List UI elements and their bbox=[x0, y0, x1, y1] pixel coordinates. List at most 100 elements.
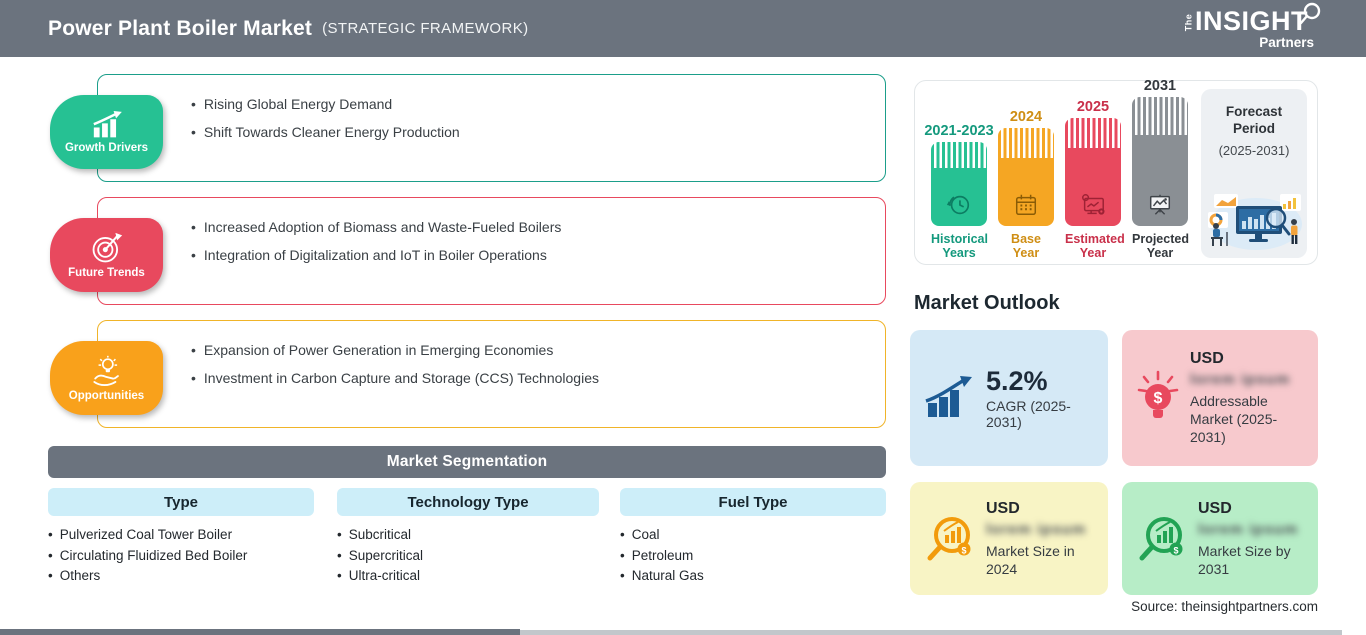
clock-history-icon bbox=[946, 192, 972, 218]
fuel-item-1: Coal bbox=[631, 527, 660, 542]
type-item-1: Pulverized Coal Tower Boiler bbox=[59, 527, 233, 542]
bar-stripes bbox=[1065, 118, 1121, 148]
opportunity-2: Investment in Carbon Capture and Storage… bbox=[203, 370, 599, 386]
magnifier-icon bbox=[1298, 2, 1322, 28]
list-item: • Supercritical bbox=[337, 546, 599, 567]
calendar-icon bbox=[1013, 192, 1039, 218]
analytics-illustration bbox=[1204, 188, 1304, 252]
page-title: Power Plant Boiler Market bbox=[48, 16, 313, 40]
bullet-dot: • bbox=[620, 568, 625, 583]
list-item: • Ultra-critical bbox=[337, 566, 599, 587]
timeline-labels: Historical Years Base Year Estimated Yea… bbox=[931, 232, 1189, 260]
opportunities-box: • Expansion of Power Generation in Emergi… bbox=[97, 320, 886, 428]
currency-label: USD bbox=[986, 499, 1020, 517]
bulb-dollar-icon: $ bbox=[1136, 370, 1180, 426]
growth-driver-2: Shift Towards Cleaner Energy Production bbox=[203, 124, 460, 140]
target-icon bbox=[90, 232, 124, 264]
list-item: • Circulating Fluidized Bed Boiler bbox=[48, 546, 314, 567]
source-attribution: Source: theinsightpartners.com bbox=[1131, 599, 1318, 614]
market-size-2031-card: $ USD lorem ipsum Market Size by 2031 bbox=[1122, 482, 1318, 595]
bullet-dot: • bbox=[191, 124, 196, 140]
brand-logo: The INSIGHT Partners bbox=[1180, 2, 1321, 50]
cagr-label: CAGR (2025-2031) bbox=[986, 398, 1071, 430]
cagr-value: 5.2% bbox=[986, 366, 1048, 396]
tech-item-1: Subcritical bbox=[348, 527, 412, 542]
forecast-period-panel: Forecast Period (2025-2031) bbox=[1201, 89, 1307, 258]
growth-drivers-box: • Rising Global Energy Demand • Shift Towa… bbox=[97, 74, 886, 182]
list-item: • Expansion of Power Generation in Emergi… bbox=[191, 341, 865, 360]
badge-label: Future Trends bbox=[68, 266, 145, 279]
bullet-dot: • bbox=[191, 96, 196, 112]
segmentation-title: Market Segmentation bbox=[386, 453, 548, 470]
redacted-market-value: lorem ipsum bbox=[1198, 520, 1299, 538]
bar-stripes bbox=[1132, 97, 1188, 135]
card-label: Market Size by 2031 bbox=[1198, 542, 1291, 577]
growth-drivers-badge: Growth Drivers bbox=[50, 95, 163, 169]
historical-years-bar: 2021-2023 bbox=[924, 123, 994, 226]
magnifier-chart-icon: $ bbox=[1136, 513, 1188, 565]
projection-screen-icon bbox=[1146, 192, 1174, 218]
bar-stripes bbox=[998, 128, 1054, 158]
bullet-dot: • bbox=[620, 547, 625, 563]
list-item: • Petroleum bbox=[620, 546, 886, 567]
segmentation-column-technology: Technology Type • Subcritical • Supercriti… bbox=[337, 488, 599, 587]
bullet-dot: • bbox=[337, 547, 342, 563]
bar-body bbox=[998, 158, 1054, 226]
card-label: Market Size in 2024 bbox=[986, 542, 1075, 577]
logo-partners-text: Partners bbox=[1259, 35, 1314, 50]
column-header: Fuel Type bbox=[620, 488, 886, 516]
fuel-item-3: Natural Gas bbox=[631, 568, 704, 583]
bar-body bbox=[1065, 148, 1121, 226]
magnifier-chart-icon: $ bbox=[924, 513, 976, 565]
bullet-dot: • bbox=[191, 370, 196, 386]
tech-item-2: Supercritical bbox=[348, 547, 424, 563]
addressable-market-card: $ USD lorem ipsum Addressable Market (20… bbox=[1122, 330, 1318, 466]
redacted-market-value: lorem ipsum bbox=[1190, 371, 1291, 388]
year-label: 2031 bbox=[1143, 78, 1177, 94]
segmentation-column-type: Type • Pulverized Coal Tower Boiler • Circ… bbox=[48, 488, 314, 587]
svg-text:$: $ bbox=[961, 545, 966, 555]
year-label: 2021-2023 bbox=[924, 123, 994, 139]
column-header: Technology Type bbox=[337, 488, 599, 516]
logo-insight-text: INSIGHT bbox=[1194, 6, 1308, 36]
bar-body bbox=[931, 168, 987, 226]
bar-caption: Estimated Year bbox=[1065, 232, 1125, 260]
bar-caption: Historical Years bbox=[931, 232, 988, 260]
bullet-dot: • bbox=[337, 527, 342, 542]
list-item: • Subcritical bbox=[337, 525, 599, 546]
page-subtitle: (STRATEGIC FRAMEWORK) bbox=[322, 20, 529, 37]
type-item-2: Circulating Fluidized Bed Boiler bbox=[59, 547, 248, 563]
fuel-item-2: Petroleum bbox=[631, 547, 694, 563]
future-trends-badge: Future Trends bbox=[50, 218, 163, 292]
segmentation-column-fuel: Fuel Type • Coal • Petroleum • Natural Gas bbox=[620, 488, 886, 587]
header-bar: Power Plant Boiler Market (STRATEGIC FRA… bbox=[0, 0, 1366, 57]
bullet-dot: • bbox=[48, 527, 53, 542]
bullet-dot: • bbox=[191, 342, 196, 358]
future-trend-1: Increased Adoption of Biomass and Waste-… bbox=[203, 219, 562, 235]
bullet-dot: • bbox=[48, 568, 53, 583]
list-item: • Integration of Digitalization and IoT i… bbox=[191, 246, 865, 265]
estimated-year-bar: 2025 bbox=[1065, 99, 1121, 226]
footer-accent-bar-light bbox=[520, 630, 1342, 635]
bullet-dot: • bbox=[191, 219, 196, 235]
opportunity-1: Expansion of Power Generation in Emergin… bbox=[203, 342, 554, 358]
growth-bars-arrow-icon bbox=[924, 375, 976, 421]
svg-text:$: $ bbox=[1173, 545, 1178, 555]
segmentation-title-bar: Market Segmentation bbox=[48, 446, 886, 478]
svg-text:$: $ bbox=[1154, 390, 1163, 407]
bullet-dot: • bbox=[48, 547, 53, 563]
bar-body bbox=[1132, 135, 1188, 226]
growth-driver-1: Rising Global Energy Demand bbox=[203, 96, 393, 112]
analytics-monitor-icon bbox=[1079, 192, 1107, 218]
market-outlook-title: Market Outlook bbox=[914, 292, 1060, 314]
bullet-dot: • bbox=[191, 247, 196, 263]
year-label: 2024 bbox=[1009, 109, 1043, 125]
column-header: Type bbox=[48, 488, 314, 516]
currency-label: USD bbox=[1190, 350, 1224, 367]
forecast-range: (2025-2031) bbox=[1218, 143, 1290, 158]
badge-label: Opportunities bbox=[68, 389, 145, 402]
list-item: • Increased Adoption of Biomass and Waste… bbox=[191, 218, 865, 237]
forecast-title: Forecast Period bbox=[1225, 104, 1283, 136]
opportunities-badge: Opportunities bbox=[50, 341, 163, 415]
research-timeline-card: 2021-2023 2024 2025 2031 Historical Year… bbox=[914, 78, 1318, 265]
